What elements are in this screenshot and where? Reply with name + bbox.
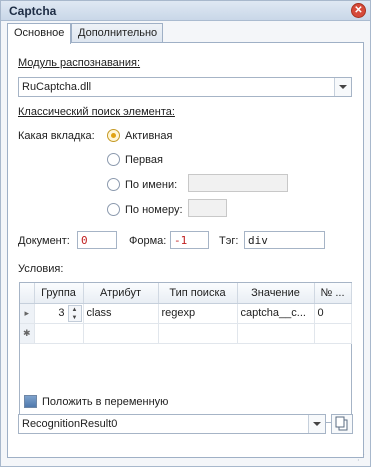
recognition-module-value: RuCaptcha.dll <box>22 81 92 93</box>
classic-search-label: Классический поиск элемента: <box>18 106 175 118</box>
attribute-cell[interactable]: class <box>83 303 159 324</box>
grid-header-indicator <box>20 283 35 304</box>
title-bar: Captcha ✕ <box>1 1 370 21</box>
save-to-variable-checkbox[interactable] <box>24 395 37 408</box>
document-field[interactable]: 0 <box>77 231 117 249</box>
document-label: Документ: <box>18 235 70 247</box>
recognition-module-label: Модуль распознавания: <box>18 57 141 69</box>
new-row-cell[interactable] <box>158 323 238 344</box>
form-label: Форма: <box>129 235 167 247</box>
new-row-cell[interactable] <box>314 323 352 344</box>
tab-additional[interactable]: Дополнительно <box>71 23 163 43</box>
radio-first[interactable] <box>107 153 120 166</box>
tab-number-field[interactable] <box>188 199 227 217</box>
new-row[interactable]: ✱ <box>20 323 352 344</box>
search-type-cell[interactable]: regexp <box>158 303 238 324</box>
radio-by-name[interactable] <box>107 178 120 191</box>
spinner-icon[interactable]: ▲ ▼ <box>67 304 82 322</box>
chevron-down-icon[interactable] <box>308 415 325 433</box>
number-cell[interactable]: 0 <box>314 303 352 324</box>
copy-button[interactable] <box>331 414 353 434</box>
value-cell[interactable]: captcha__c... <box>237 303 315 324</box>
row-indicator-icon: ▸ <box>20 303 35 324</box>
close-button[interactable]: ✕ <box>351 3 366 18</box>
variable-select[interactable]: RecognitionResult0 <box>18 414 326 434</box>
grid-header-row: Группа Атрибут Тип поиска Значение № ... <box>20 283 352 304</box>
column-header-number[interactable]: № ... <box>314 283 352 304</box>
group-value: 3 <box>58 307 65 319</box>
new-row-cell[interactable] <box>83 323 159 344</box>
new-row-cell[interactable] <box>34 323 84 344</box>
group-cell[interactable]: 3 ▲ ▼ <box>34 303 84 324</box>
column-header-search-type[interactable]: Тип поиска <box>158 283 238 304</box>
radio-by-number[interactable] <box>107 203 120 216</box>
column-header-attribute[interactable]: Атрибут <box>83 283 159 304</box>
new-row-icon: ✱ <box>20 323 35 344</box>
form-field[interactable]: -1 <box>170 231 209 249</box>
column-header-value[interactable]: Значение <box>237 283 315 304</box>
radio-active[interactable] <box>107 129 120 142</box>
tab-main[interactable]: Основное <box>7 23 71 44</box>
tag-label: Тэг: <box>219 235 239 247</box>
radio-first-label: Первая <box>125 154 163 166</box>
radio-by-name-label: По имени: <box>125 179 178 191</box>
captcha-dialog: Captcha ✕ Основное Дополнительно Модуль … <box>0 0 371 467</box>
table-row[interactable]: ▸ 3 ▲ ▼ class regexp captcha__c... 0 <box>20 303 352 324</box>
recognition-module-select[interactable]: RuCaptcha.dll <box>18 77 352 97</box>
copy-icon <box>335 416 348 431</box>
radio-by-number-label: По номеру: <box>125 204 183 216</box>
window-title: Captcha <box>9 4 57 18</box>
tag-field[interactable]: div <box>244 231 325 249</box>
resize-grip-icon[interactable]: ⋰ <box>357 453 367 463</box>
which-tab-label: Какая вкладка: <box>18 130 95 142</box>
column-header-group[interactable]: Группа <box>34 283 84 304</box>
new-row-cell[interactable] <box>237 323 315 344</box>
variable-value: RecognitionResult0 <box>22 418 118 430</box>
save-to-variable-label: Положить в переменную <box>42 396 169 408</box>
conditions-label: Условия: <box>18 263 64 275</box>
chevron-down-icon[interactable] <box>334 78 351 96</box>
radio-active-label: Активная <box>125 130 173 142</box>
close-icon: ✕ <box>354 5 363 16</box>
tab-name-field[interactable] <box>188 174 288 192</box>
